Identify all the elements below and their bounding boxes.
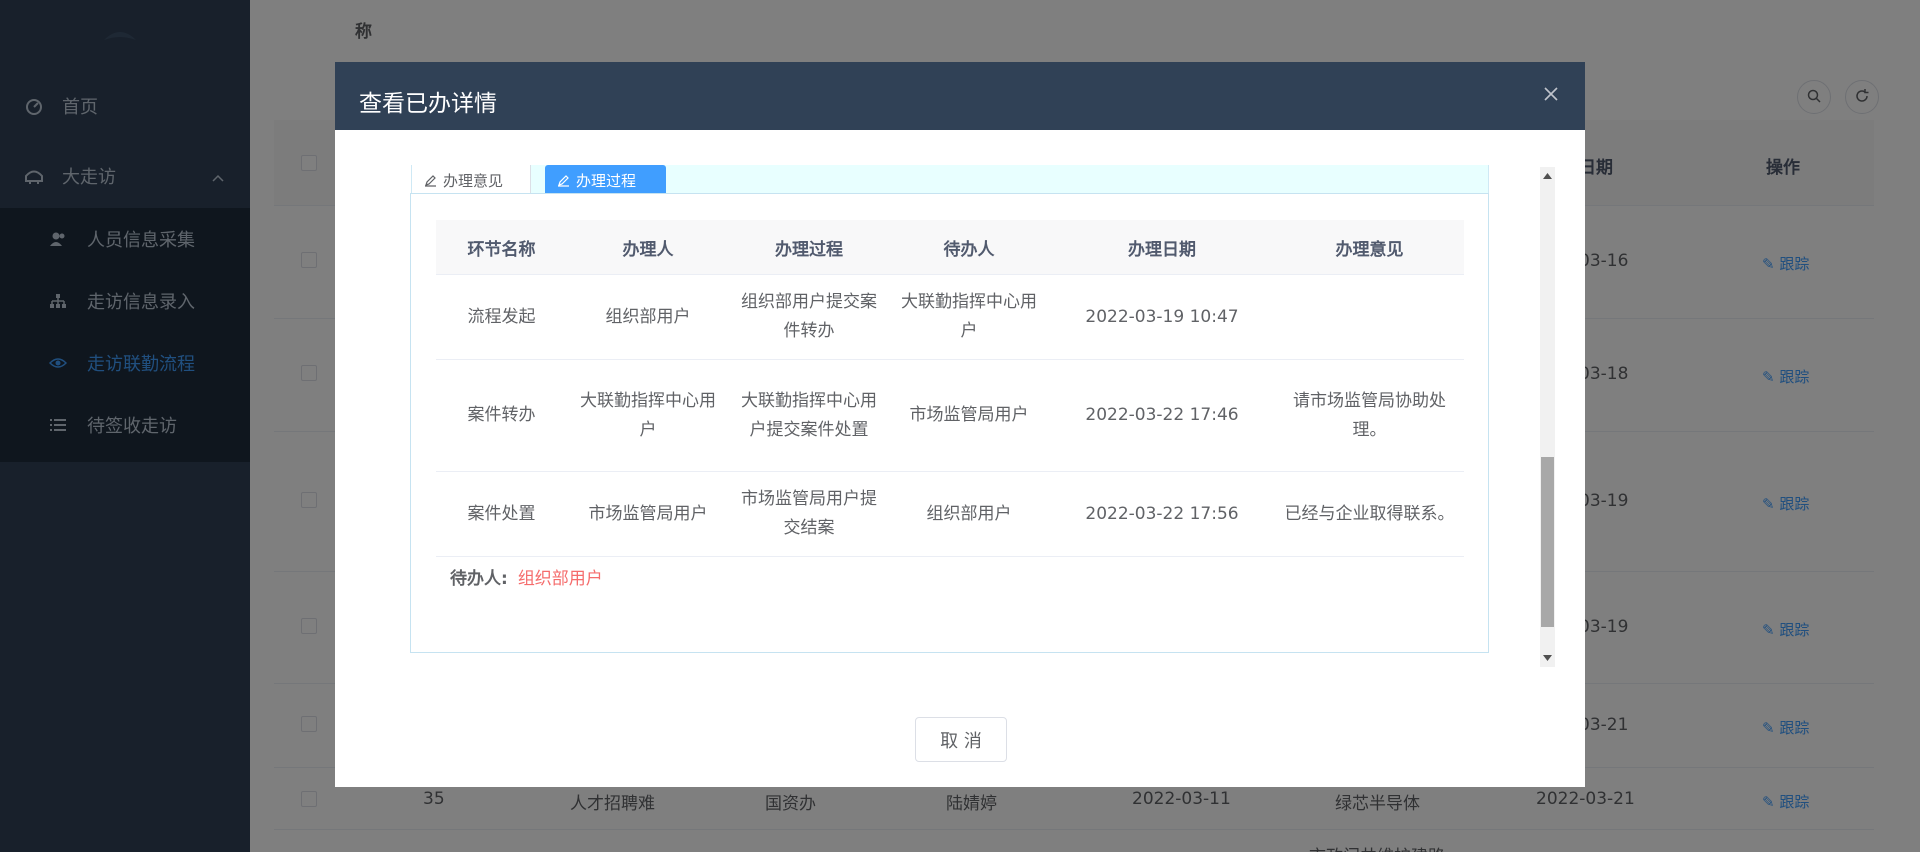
process-table-header: 环节名称 办理人 办理过程 待办人 办理日期 办理意见 [436, 220, 1464, 275]
scrollbar[interactable] [1540, 167, 1555, 667]
edit-icon [557, 174, 570, 187]
pending-value: 组织部用户 [517, 569, 603, 589]
opinion-cell [1275, 275, 1464, 359]
date-cell: 2022-03-22 17:56 [1085, 503, 1239, 524]
dialog-header: 查看已办详情 [335, 62, 1585, 130]
column-header-step: 环节名称 [467, 240, 536, 260]
process-cell: 组织部用户提交案件转办 [741, 292, 877, 341]
column-header-assignee: 待办人 [943, 240, 995, 260]
tab-bar: 办理意见 办理过程 [411, 165, 1489, 196]
pending-assignee: 待办人: 组织部用户 [450, 564, 603, 589]
handler-cell: 大联勤指挥中心用户 [580, 390, 716, 440]
tab-label: 办理过程 [576, 172, 637, 190]
scroll-down-arrow-icon[interactable] [1540, 649, 1555, 667]
column-header-opinion: 办理意见 [1335, 240, 1404, 260]
table-row: 案件转办 大联勤指挥中心用户 大联勤指挥中心用户提交案件处置 市场监管局用户 2… [436, 360, 1464, 472]
column-header-process: 办理过程 [775, 240, 843, 260]
column-header-date: 办理日期 [1128, 240, 1196, 260]
assignee-cell: 市场监管局用户 [909, 405, 1029, 425]
handler-cell: 市场监管局用户 [588, 503, 708, 524]
detail-dialog: 查看已办详情 办理意见 办理过程 环节名称 办理人 办理过程 待办人 办理日期 … [335, 62, 1585, 787]
process-cell: 大联勤指挥中心用户提交案件处置 [741, 390, 877, 440]
tab-opinion[interactable]: 办理意见 [412, 165, 531, 196]
close-icon[interactable] [1539, 82, 1563, 106]
handler-cell: 组织部用户 [605, 306, 691, 327]
process-cell: 市场监管局用户提交结案 [741, 489, 877, 538]
tab-label: 办理意见 [443, 172, 504, 190]
date-cell: 2022-03-19 10:47 [1085, 306, 1239, 327]
scroll-up-arrow-icon[interactable] [1540, 167, 1555, 185]
opinion-cell: 请市场监管局协助处理。 [1293, 390, 1446, 440]
step-cell: 案件处置 [467, 503, 536, 524]
pending-label: 待办人: [450, 569, 508, 589]
opinion-cell: 已经与企业取得联系。 [1284, 503, 1455, 524]
tab-process[interactable]: 办理过程 [545, 165, 666, 196]
process-panel: 环节名称 办理人 办理过程 待办人 办理日期 办理意见 流程发起 组织部用户 组… [410, 193, 1489, 653]
step-cell: 案件转办 [467, 405, 536, 425]
date-cell: 2022-03-22 17:46 [1085, 405, 1239, 425]
assignee-cell: 组织部用户 [926, 503, 1012, 524]
assignee-cell: 大联勤指挥中心用户 [901, 292, 1037, 341]
scrollbar-thumb[interactable] [1541, 457, 1554, 627]
cancel-button[interactable]: 取 消 [915, 717, 1007, 762]
table-row: 流程发起 组织部用户 组织部用户提交案件转办 大联勤指挥中心用户 2022-03… [436, 275, 1464, 360]
edit-icon [424, 174, 437, 187]
step-cell: 流程发起 [467, 306, 536, 327]
column-header-handler: 办理人 [622, 240, 674, 260]
table-row: 案件处置 市场监管局用户 市场监管局用户提交结案 组织部用户 2022-03-2… [436, 472, 1464, 557]
dialog-title: 查看已办详情 [359, 91, 497, 117]
